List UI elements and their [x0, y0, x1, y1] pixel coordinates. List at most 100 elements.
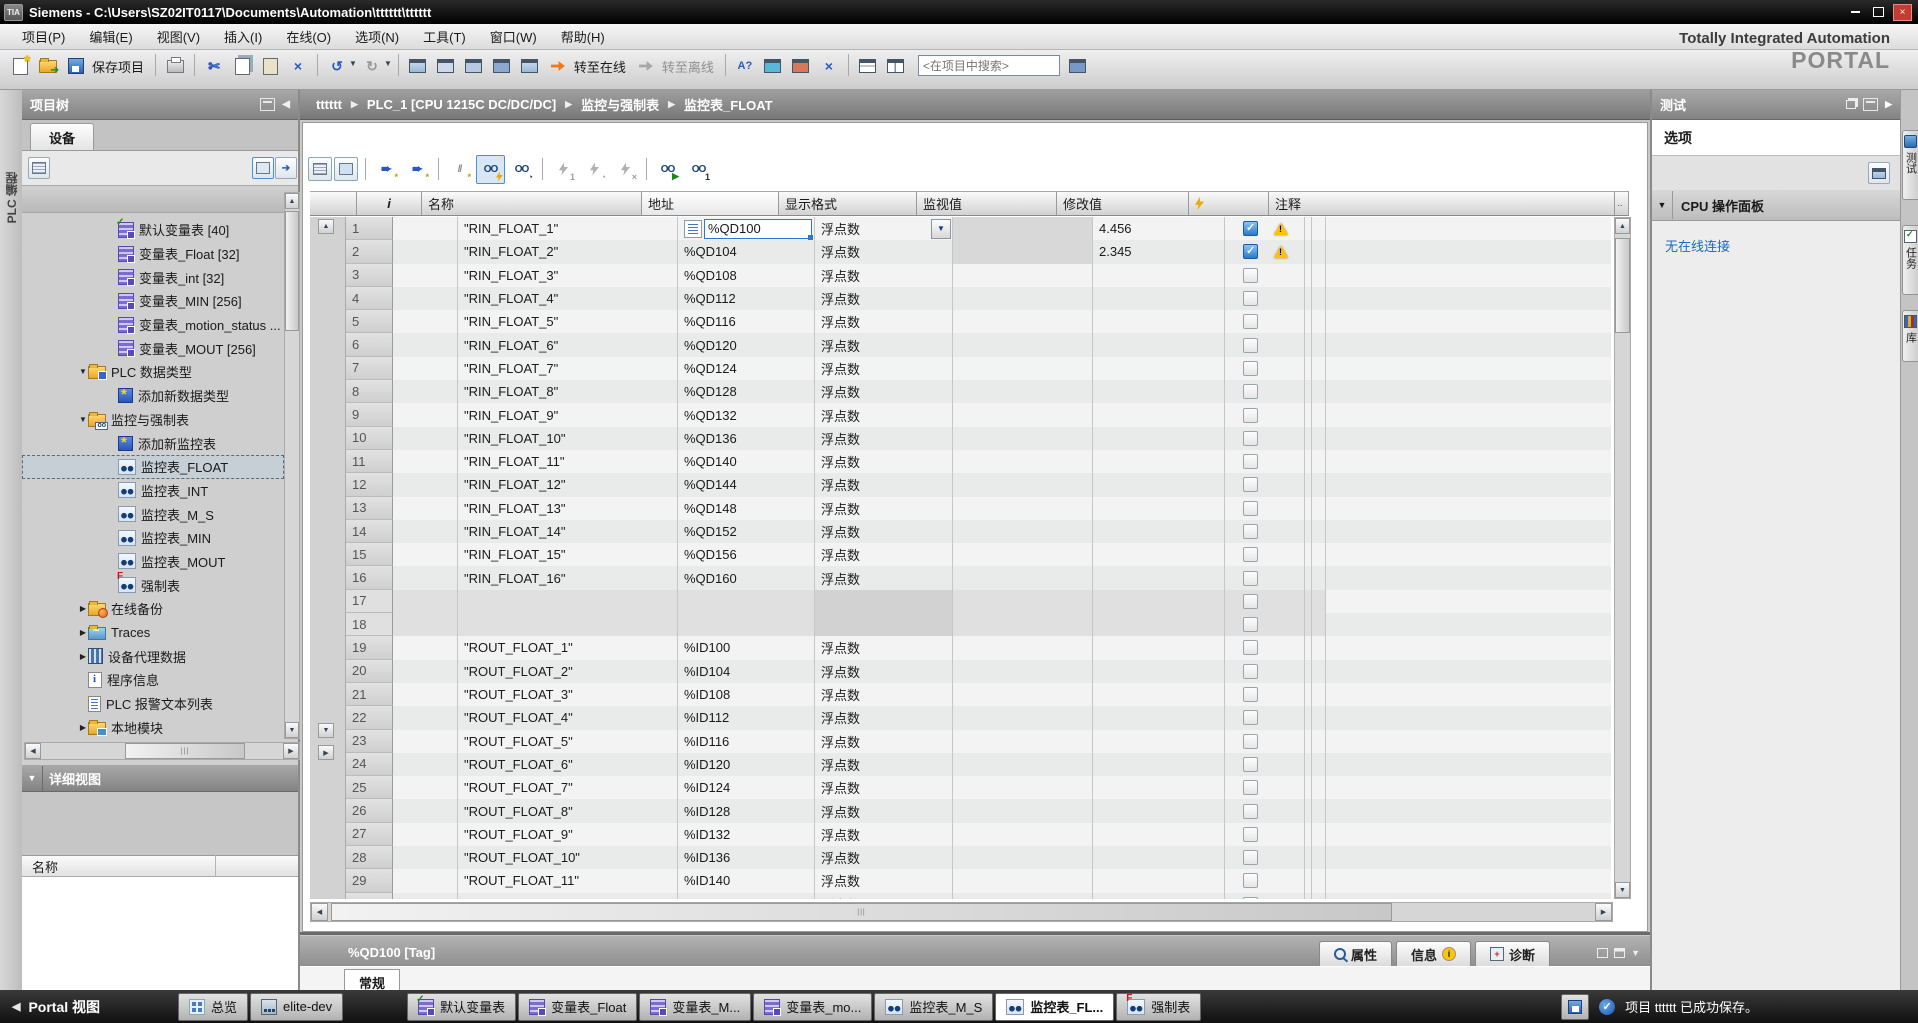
cell-address[interactable]: %QD104: [678, 240, 815, 263]
cell-comment[interactable]: [1305, 683, 1312, 706]
redo-button[interactable]: ↻: [359, 53, 385, 79]
cut-button[interactable]: ✄: [201, 53, 227, 79]
add-row-icon[interactable]: ➨*: [403, 155, 432, 184]
cell-modify-enable[interactable]: [1225, 869, 1305, 892]
cell-comment[interactable]: [1305, 520, 1312, 543]
table-row[interactable]: 2"RIN_FLOAT_2"%QD104浮点数2.345: [346, 240, 1611, 263]
tree-item-监控表-min[interactable]: 监控表_MIN: [22, 526, 284, 550]
gutter-down-icon[interactable]: ▼: [318, 723, 334, 738]
cell-comment[interactable]: [1305, 497, 1312, 520]
panel-window-icon[interactable]: [1868, 162, 1890, 184]
cell-modify-enable[interactable]: [1225, 240, 1305, 263]
cell-modify-enable[interactable]: [1225, 730, 1305, 753]
gutter-up-icon[interactable]: ▲: [318, 219, 334, 234]
cell-address[interactable]: %QD140: [678, 450, 815, 473]
memory-card-icon[interactable]: [1561, 994, 1589, 1020]
cell-modify-enable[interactable]: [1225, 357, 1305, 380]
cell-name[interactable]: "RIN_FLOAT_15": [458, 543, 678, 566]
cross-reference-icon[interactable]: ×: [816, 53, 842, 79]
save-project-button[interactable]: [63, 53, 89, 79]
tree-item-本地模块[interactable]: ▶本地模块: [22, 715, 284, 739]
cell-name[interactable]: "RIN_FLOAT_8": [458, 380, 678, 403]
cell-comment[interactable]: [1305, 799, 1312, 822]
menu-item-4[interactable]: 插入(I): [212, 24, 274, 49]
taskbar-button-监控表-m-s[interactable]: 监控表_M_S: [874, 993, 993, 1021]
unchecked-icon[interactable]: [1243, 361, 1258, 376]
cell-address[interactable]: [678, 590, 815, 613]
cell-modify-enable[interactable]: [1225, 893, 1305, 899]
cell-modify-value[interactable]: [1093, 333, 1225, 356]
tag-selector-icon[interactable]: [684, 220, 702, 238]
cell-format[interactable]: 浮点数: [815, 403, 953, 426]
cell-address[interactable]: %ID100: [678, 636, 815, 659]
panel-float-icon[interactable]: [1846, 100, 1856, 109]
breadcrumb-item-4[interactable]: 监控表_FLOAT: [684, 95, 773, 114]
cell-name[interactable]: "RIN_FLOAT_1": [458, 217, 678, 240]
cell-address[interactable]: %QD148: [678, 497, 815, 520]
header-modify-bolt[interactable]: [1189, 191, 1269, 216]
cell-format[interactable]: [815, 590, 953, 613]
cell-format[interactable]: 浮点数: [815, 660, 953, 683]
cell-modify-enable[interactable]: [1225, 660, 1305, 683]
cell-name[interactable]: "ROUT_FLOAT_9": [458, 823, 678, 846]
menu-item-5[interactable]: 在线(O): [274, 24, 343, 49]
table-row[interactable]: 17: [346, 590, 1611, 613]
tree-item-变量表-motion-status-[interactable]: 变量表_motion_status ...: [22, 313, 284, 337]
taskbar-button-默认变量表[interactable]: 默认变量表: [407, 993, 516, 1021]
cell-format[interactable]: 浮点数: [815, 823, 953, 846]
table-row[interactable]: 1"RIN_FLOAT_1"%QD100浮点数▼4.456: [346, 217, 1611, 240]
table-row[interactable]: 16"RIN_FLOAT_16"%QD160浮点数: [346, 566, 1611, 589]
redo-dropdown-icon[interactable]: ▼: [384, 59, 392, 68]
window-tool-2-icon[interactable]: [433, 53, 459, 79]
cell-name[interactable]: "RIN_FLOAT_3": [458, 264, 678, 287]
cell-address[interactable]: %ID128: [678, 799, 815, 822]
inspector-splitter[interactable]: [300, 932, 1650, 935]
table-row[interactable]: 19"ROUT_FLOAT_1"%ID100浮点数: [346, 636, 1611, 659]
unchecked-icon[interactable]: [1243, 873, 1258, 888]
menu-item-6[interactable]: 选项(N): [343, 24, 411, 49]
cell-modify-enable[interactable]: [1225, 636, 1305, 659]
table-row[interactable]: 25"ROUT_FLOAT_7"%ID124浮点数: [346, 776, 1611, 799]
cell-format[interactable]: 浮点数▼: [815, 217, 953, 240]
tree-item-变量表-min-256-[interactable]: 变量表_MIN [256]: [22, 289, 284, 313]
window-tool-5-icon[interactable]: [517, 53, 543, 79]
cell-comment[interactable]: [1305, 776, 1312, 799]
cell-format[interactable]: 浮点数: [815, 310, 953, 333]
menu-item-9[interactable]: 帮助(H): [549, 24, 617, 49]
cell-address[interactable]: %QD128: [678, 380, 815, 403]
cell-modify-value[interactable]: [1093, 776, 1225, 799]
cell-comment[interactable]: [1305, 473, 1312, 496]
chevron-down-icon[interactable]: ▼: [78, 415, 88, 424]
window-tool-4-icon[interactable]: [489, 53, 515, 79]
table-row[interactable]: 9"RIN_FLOAT_9"%QD132浮点数: [346, 403, 1611, 426]
table-row[interactable]: 24"ROUT_FLOAT_6"%ID120浮点数: [346, 753, 1611, 776]
search-input[interactable]: [918, 55, 1060, 76]
header-info[interactable]: i: [357, 191, 422, 216]
tab-properties[interactable]: 属性: [1319, 941, 1392, 966]
paste-button[interactable]: [257, 53, 283, 79]
tree-item-默认变量表-40-[interactable]: 默认变量表 [40]: [22, 218, 284, 242]
cell-name[interactable]: "ROUT_FLOAT_6": [458, 753, 678, 776]
go-online-icon[interactable]: [545, 53, 571, 79]
tree-item-监控表-float[interactable]: 监控表_FLOAT: [22, 455, 284, 479]
unchecked-icon[interactable]: [1243, 640, 1258, 655]
cell-name[interactable]: "RIN_FLOAT_16": [458, 566, 678, 589]
table-row[interactable]: 23"ROUT_FLOAT_5"%ID116浮点数: [346, 730, 1611, 753]
cell-name[interactable]: "ROUT_FLOAT_3": [458, 683, 678, 706]
cell-address[interactable]: %ID144: [678, 893, 815, 899]
expand-all-icon[interactable]: ➔: [275, 157, 297, 179]
start-cpu-icon[interactable]: [760, 53, 786, 79]
cell-format[interactable]: 浮点数: [815, 636, 953, 659]
cell-modify-enable[interactable]: [1225, 380, 1305, 403]
header-modify[interactable]: 修改值: [1057, 191, 1189, 216]
cell-format[interactable]: 浮点数: [815, 869, 953, 892]
cell-modify-enable[interactable]: [1225, 613, 1305, 636]
gutter-right-icon[interactable]: ▶: [318, 745, 334, 760]
cell-address[interactable]: %QD108: [678, 264, 815, 287]
cell-format[interactable]: 浮点数: [815, 427, 953, 450]
cell-address[interactable]: %QD156: [678, 543, 815, 566]
cell-format[interactable]: 浮点数: [815, 683, 953, 706]
cell-address[interactable]: %ID140: [678, 869, 815, 892]
close-button[interactable]: ×: [1893, 4, 1912, 21]
chevron-right-icon[interactable]: ▶: [78, 604, 88, 613]
